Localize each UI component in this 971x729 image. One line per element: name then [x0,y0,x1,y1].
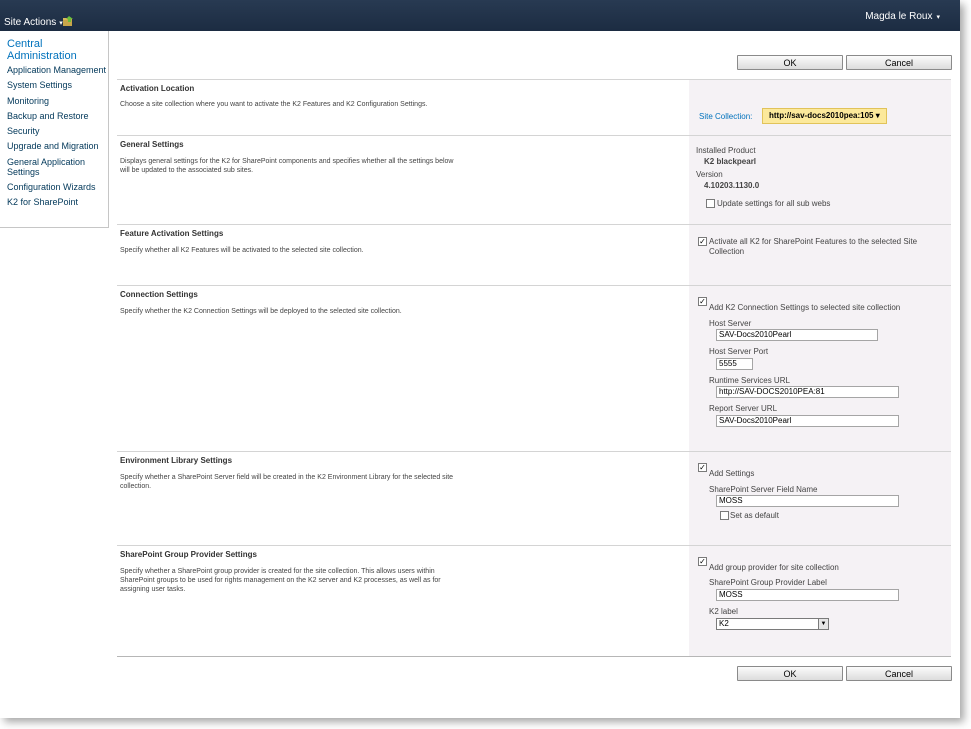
sharepoint-field-name-input[interactable]: MOSS [716,495,899,507]
set-as-default-label: Set as default [730,511,779,520]
section-title-environment-library: Environment Library Settings [120,456,233,465]
divider [117,285,951,286]
host-server-input[interactable]: SAV-Docs2010Pearl [716,329,878,341]
section-desc-general-settings: Displays general settings for the K2 for… [120,158,454,174]
report-server-url-label: Report Server URL [709,404,778,413]
sharepoint-field-name-label: SharePoint Server Field Name [709,485,818,494]
set-as-default-checkbox[interactable] [720,511,729,520]
ok-button-top[interactable]: OK [737,55,843,70]
nav-title-central-admin[interactable]: Central Administration [7,38,102,62]
section-desc-feature-activation: Specify whether all K2 Features will be … [120,247,364,254]
site-actions-label: Site Actions [4,17,57,28]
activate-features-checkbox[interactable]: ✓ [698,237,707,246]
user-menu[interactable]: Magda le Roux ▾ [865,11,940,22]
site-actions-menu[interactable]: Site Actions ▾ [4,17,63,28]
top-ribbon: Site Actions ▾ Magda le Roux ▾ [0,0,960,31]
site-collection-label: Site Collection: [699,112,753,121]
add-connection-settings-label: Add K2 Connection Settings to selected s… [709,303,901,312]
group-provider-label-label: SharePoint Group Provider Label [709,578,827,587]
host-server-label: Host Server [709,319,752,328]
k2-label-label: K2 label [709,607,738,616]
section-desc-activation-location: Choose a site collection where you want … [120,101,428,108]
cancel-button-top[interactable]: Cancel [846,55,952,70]
nav-item-configuration-wizards[interactable]: Configuration Wizards [7,182,107,192]
section-desc-group-provider: Specify whether a SharePoint group provi… [120,568,441,593]
nav-item-k2-for-sharepoint[interactable]: K2 for SharePoint [7,197,107,207]
divider [117,79,951,80]
cancel-button-bottom[interactable]: Cancel [846,666,952,681]
nav-item-system-settings[interactable]: System Settings [7,80,107,90]
divider [117,545,951,546]
main-content: OK Cancel Activation Location Choose a s… [110,31,960,718]
user-name-label: Magda le Roux [865,11,933,22]
divider [117,135,951,136]
site-collection-dropdown[interactable]: http://sav-docs2010pea:105 ▾ [762,108,887,124]
section-title-general-settings: General Settings [120,140,184,149]
divider [117,451,951,452]
nav-item-monitoring[interactable]: Monitoring [7,96,107,106]
section-title-connection-settings: Connection Settings [120,290,198,299]
chevron-down-icon: ▾ [936,13,940,21]
section-title-feature-activation: Feature Activation Settings [120,229,224,238]
nav-item-backup-restore[interactable]: Backup and Restore [7,111,107,121]
update-sub-webs-label: Update settings for all sub webs [717,199,831,208]
section-desc-environment-library: Specify whether a SharePoint Server fiel… [120,474,454,490]
add-group-provider-checkbox[interactable]: ✓ [698,557,707,566]
runtime-services-url-input[interactable]: http://SAV-DOCS2010PEA:81 [716,386,899,398]
add-environment-settings-checkbox[interactable]: ✓ [698,463,707,472]
nav-item-application-management[interactable]: Application Management [7,65,107,75]
host-server-port-input[interactable]: 5555 [716,358,753,370]
version-value: 4.10203.1130.0 [704,181,760,190]
dropdown-arrow-icon[interactable]: ▼ [818,619,828,629]
k2-label-select[interactable]: K2 ▼ [716,618,829,630]
add-group-provider-label: Add group provider for site collection [709,563,839,572]
update-sub-webs-checkbox[interactable] [706,199,715,208]
quick-launch: Central Administration Application Manag… [0,31,109,228]
add-connection-settings-checkbox[interactable]: ✓ [698,297,707,306]
section-title-group-provider: SharePoint Group Provider Settings [120,550,257,559]
section-desc-connection-settings: Specify whether the K2 Connection Settin… [120,308,402,315]
runtime-services-url-label: Runtime Services URL [709,376,790,385]
nav-item-general-application-settings[interactable]: General Application Settings [7,157,97,177]
divider [117,656,951,657]
section-title-activation-location: Activation Location [120,84,195,93]
k2-label-selected-value: K2 [719,619,729,628]
navigate-up-icon[interactable] [63,16,74,26]
nav-item-security[interactable]: Security [7,126,107,136]
divider [117,224,951,225]
installed-product-value: K2 blackpearl [704,157,757,166]
ok-button-bottom[interactable]: OK [737,666,843,681]
version-label: Version [696,170,723,179]
add-environment-settings-label: Add Settings [709,469,755,478]
report-server-url-input[interactable]: SAV-Docs2010Pearl [716,415,899,427]
activate-features-label: Activate all K2 for SharePoint Features … [709,237,918,256]
group-provider-label-input[interactable]: MOSS [716,589,899,601]
nav-item-upgrade-migration[interactable]: Upgrade and Migration [7,141,107,151]
installed-product-label: Installed Product [696,146,756,155]
host-server-port-label: Host Server Port [709,347,769,356]
